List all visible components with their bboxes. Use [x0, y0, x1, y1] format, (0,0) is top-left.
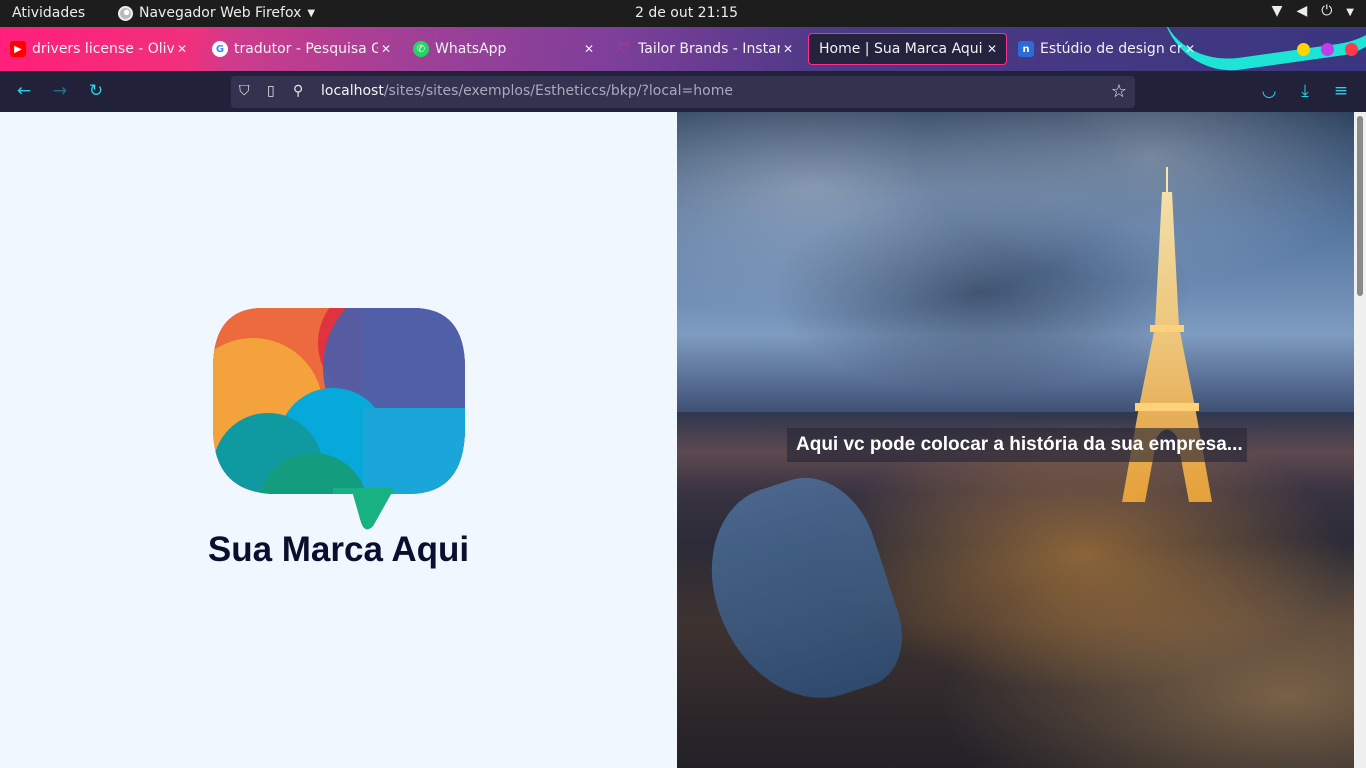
tab-strip: ▶ drivers license - Olivia ✕ G tradutor …: [0, 27, 1366, 71]
tab-estudio-design[interactable]: n Estúdio de design cria ✕: [1008, 33, 1204, 65]
url-host: localhost: [321, 83, 384, 99]
url-bar[interactable]: ⛉ ▯ ⚲ localhost/sites/sites/exemplos/Est…: [231, 76, 1135, 108]
sky-image: [677, 112, 1354, 412]
youtube-icon: ▶: [10, 41, 26, 57]
app-menu-label: Navegador Web Firefox: [139, 5, 302, 21]
tab-whatsapp[interactable]: ✆ WhatsApp ✕: [403, 33, 603, 65]
chevron-down-icon[interactable]: ▼: [1346, 3, 1354, 23]
clock[interactable]: 2 de out 21:15: [635, 5, 738, 21]
menu-icon[interactable]: ≡: [1330, 80, 1352, 102]
url-path: /sites/sites/exemplos/Estheticcs/bkp/?lo…: [383, 83, 733, 99]
activities-button[interactable]: Atividades: [12, 5, 85, 21]
close-icon[interactable]: ✕: [984, 42, 1000, 56]
web-page: Sua Marca Aqui Aqui vc pode colocar a hi…: [0, 112, 1366, 768]
tab-youtube[interactable]: ▶ drivers license - Olivia ✕: [0, 33, 196, 65]
page-scrollbar[interactable]: [1354, 112, 1366, 768]
n-icon: n: [1018, 41, 1034, 57]
volume-icon[interactable]: ◀: [1296, 3, 1307, 23]
tab-title: Tailor Brands - Instant: [638, 41, 780, 57]
back-arrow-icon[interactable]: ←: [13, 80, 35, 102]
tab-title: WhatsApp: [435, 41, 507, 57]
page-icon[interactable]: ▯: [267, 83, 275, 99]
close-icon[interactable]: ✕: [378, 42, 394, 56]
brand-logo-speech-bubble: [213, 308, 465, 530]
whatsapp-icon: ✆: [413, 41, 429, 57]
maximize-button[interactable]: [1321, 43, 1334, 56]
url-text[interactable]: localhost/sites/sites/exemplos/Estheticc…: [321, 83, 733, 99]
window-controls: [1297, 43, 1358, 56]
minimize-button[interactable]: [1297, 43, 1310, 56]
hero-image-panel: Aqui vc pode colocar a história da sua e…: [677, 112, 1354, 768]
brand-name: Sua Marca Aqui: [207, 530, 470, 569]
firefox-icon: [118, 5, 133, 21]
tab-title: tradutor - Pesquisa Go: [234, 41, 378, 57]
permissions-icon[interactable]: ⚲: [293, 83, 303, 99]
tab-title: drivers license - Olivia: [32, 41, 174, 57]
navigation-toolbar: ← → ↻ ⛉ ▯ ⚲ localhost/sites/sites/exempl…: [0, 71, 1366, 112]
power-icon[interactable]: ⏻: [1321, 3, 1332, 23]
close-window-button[interactable]: [1345, 43, 1358, 56]
wifi-icon[interactable]: ▼: [1272, 3, 1283, 23]
brand-panel: Sua Marca Aqui: [0, 112, 677, 768]
close-icon[interactable]: ✕: [174, 42, 190, 56]
close-icon[interactable]: ✕: [780, 42, 796, 56]
tab-home-active[interactable]: Home | Sua Marca Aqui ✕: [808, 33, 1007, 65]
chevron-down-icon: ▼: [307, 7, 316, 19]
close-icon[interactable]: ✕: [581, 42, 597, 56]
system-tray[interactable]: ▼ ◀ ⏻ ▼: [1272, 3, 1354, 23]
pocket-icon[interactable]: ◡: [1258, 80, 1280, 102]
bookmark-star-icon[interactable]: ☆: [1111, 81, 1127, 102]
close-icon[interactable]: ✕: [1182, 42, 1198, 56]
tab-google[interactable]: G tradutor - Pesquisa Go ✕: [202, 33, 400, 65]
scrollbar-thumb[interactable]: [1357, 116, 1363, 296]
system-top-bar: Atividades Navegador Web Firefox ▼ 2 de …: [0, 0, 1366, 27]
tab-title: Estúdio de design cria: [1040, 41, 1182, 57]
tailor-brands-icon: ♡: [617, 41, 631, 57]
reload-icon[interactable]: ↻: [85, 80, 107, 102]
shield-icon[interactable]: ⛉: [239, 83, 250, 99]
download-icon[interactable]: ⤓: [1294, 80, 1316, 102]
forward-arrow-icon[interactable]: →: [49, 80, 71, 102]
tab-title: Home | Sua Marca Aqui: [819, 41, 983, 57]
google-icon: G: [212, 41, 228, 57]
hero-caption: Aqui vc pode colocar a história da sua e…: [787, 428, 1247, 462]
app-menu[interactable]: Navegador Web Firefox ▼: [118, 5, 315, 21]
tab-tailor-brands[interactable]: ♡ Tailor Brands - Instant ✕: [606, 33, 802, 65]
